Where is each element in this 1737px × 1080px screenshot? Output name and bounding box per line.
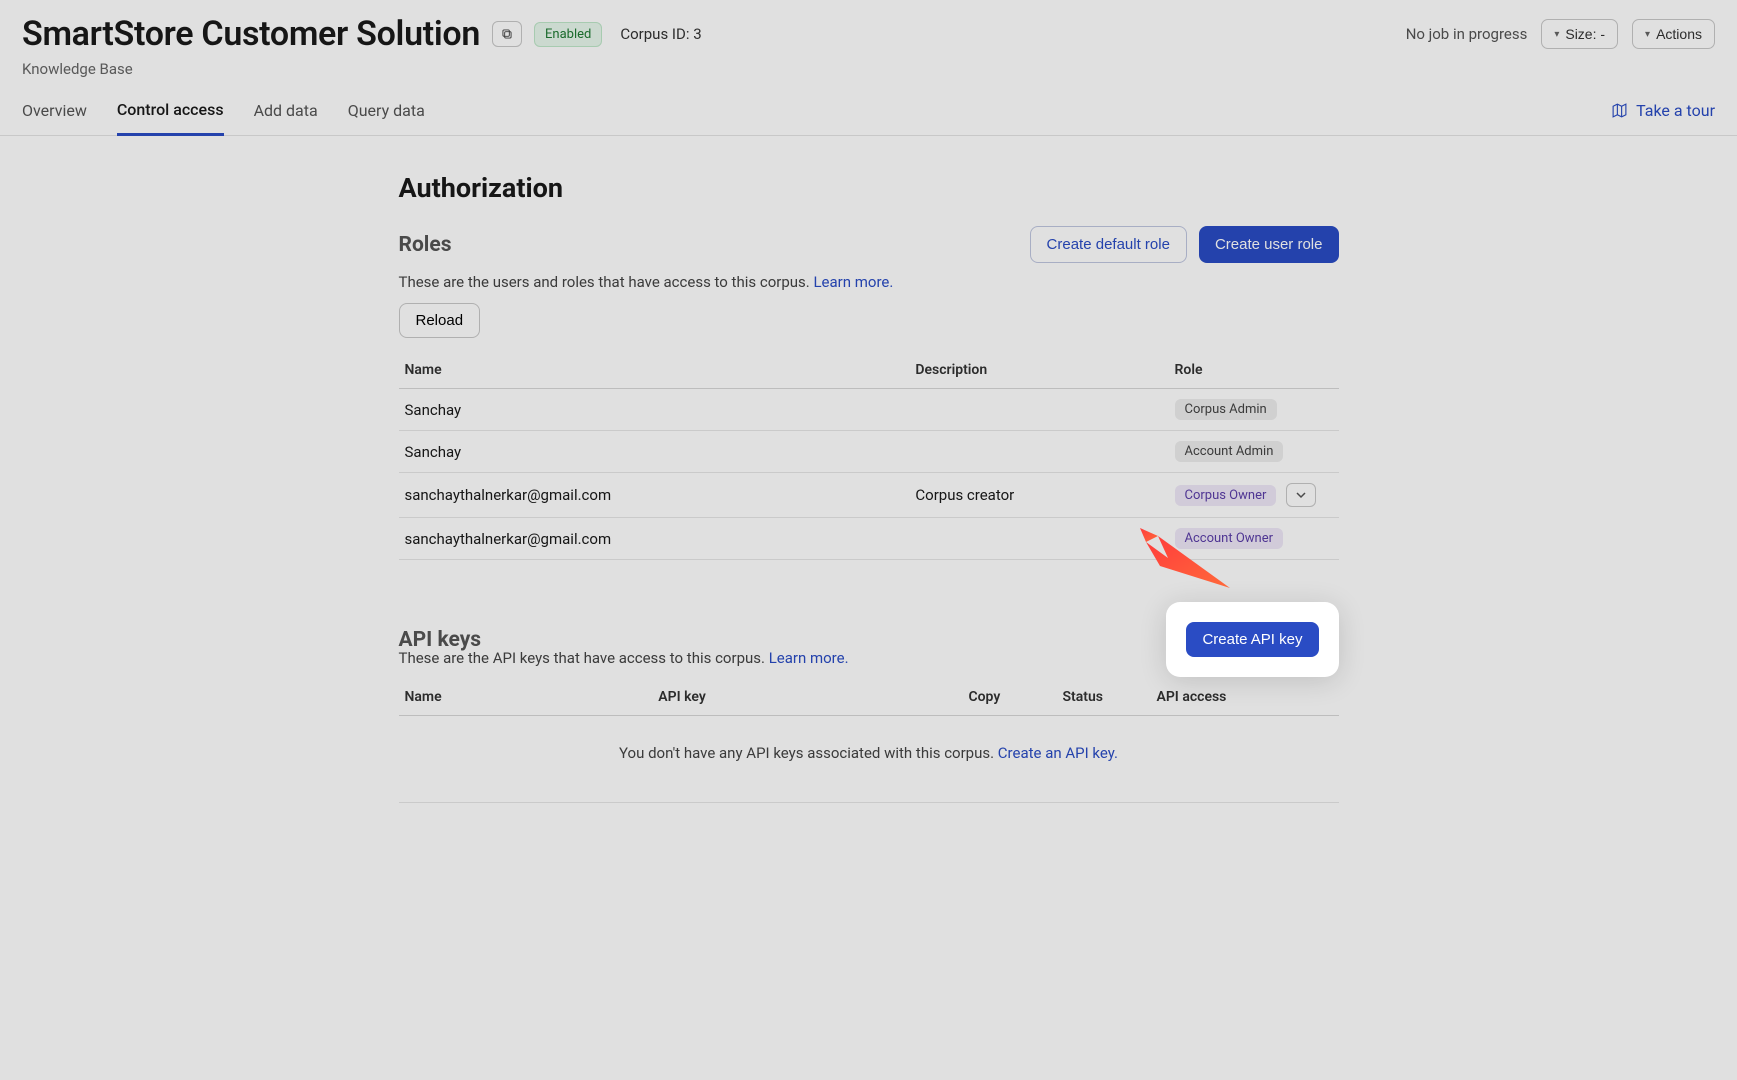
roles-description: These are the users and roles that have … — [399, 273, 1339, 291]
api-keys-heading: API keys — [399, 628, 482, 652]
learn-more-roles-link[interactable]: Learn more. — [813, 273, 893, 291]
role-dropdown-trigger[interactable] — [1286, 483, 1316, 507]
role-badge: Corpus Admin — [1175, 399, 1277, 420]
actions-label: Actions — [1656, 26, 1702, 42]
table-row: Sanchay Account Admin — [399, 431, 1339, 473]
tab-overview[interactable]: Overview — [22, 101, 87, 134]
cell-name: sanchaythalnerkar@gmail.com — [399, 473, 910, 518]
copy-title-button[interactable] — [492, 21, 522, 47]
create-api-key-highlight: Create API key — [1166, 602, 1338, 677]
col-role: Role — [1169, 352, 1339, 389]
authorization-heading: Authorization — [399, 172, 1339, 204]
create-default-role-button[interactable]: Create default role — [1030, 226, 1187, 263]
learn-more-api-link[interactable]: Learn more. — [769, 649, 849, 667]
reload-button[interactable]: Reload — [399, 303, 481, 338]
actions-dropdown[interactable]: ▾ Actions — [1632, 19, 1715, 49]
create-api-key-link[interactable]: Create an API key. — [998, 744, 1118, 762]
table-row: sanchaythalnerkar@gmail.comCorpus creato… — [399, 473, 1339, 518]
api-col-name: Name — [399, 679, 653, 716]
create-user-role-button[interactable]: Create user role — [1199, 226, 1339, 263]
cell-name: Sanchay — [399, 431, 910, 473]
cell-description: Corpus creator — [909, 473, 1168, 518]
role-badge: Account Admin — [1175, 441, 1284, 462]
roles-heading: Roles — [399, 233, 452, 257]
table-row: sanchaythalnerkar@gmail.com Account Owner — [399, 518, 1339, 560]
cell-description — [909, 389, 1168, 431]
status-badge: Enabled — [534, 22, 602, 47]
create-api-key-button[interactable]: Create API key — [1186, 622, 1318, 657]
cell-name: sanchaythalnerkar@gmail.com — [399, 518, 910, 560]
cell-description — [909, 431, 1168, 473]
corpus-id-label: Corpus ID: 3 — [620, 25, 701, 43]
role-badge: Corpus Owner — [1175, 485, 1277, 506]
roles-table: Name Description Role Sanchay Corpus Admi… — [399, 352, 1339, 560]
api-col-copy: Copy — [962, 679, 1056, 716]
table-row: Sanchay Corpus Admin — [399, 389, 1339, 431]
col-description: Description — [909, 352, 1168, 389]
cell-role: Corpus Owner — [1169, 473, 1339, 518]
col-name: Name — [399, 352, 910, 389]
tour-label: Take a tour — [1636, 101, 1715, 120]
job-status: No job in progress — [1406, 25, 1528, 43]
copy-icon — [500, 27, 514, 41]
tab-add-data[interactable]: Add data — [254, 101, 318, 134]
cell-role: Account Admin — [1169, 431, 1339, 473]
api-col-key: API key — [652, 679, 962, 716]
page-title: SmartStore Customer Solution — [22, 14, 480, 54]
chevron-down-icon: ▾ — [1554, 29, 1559, 40]
chevron-down-icon: ▾ — [1645, 29, 1650, 40]
chevron-down-icon — [1296, 490, 1306, 500]
cell-description — [909, 518, 1168, 560]
cell-role: Corpus Admin — [1169, 389, 1339, 431]
size-label: Size: - — [1565, 26, 1605, 42]
api-col-status: Status — [1056, 679, 1150, 716]
breadcrumb-subtitle: Knowledge Base — [22, 60, 1737, 78]
cell-role: Account Owner — [1169, 518, 1339, 560]
api-keys-table: Name API key Copy Status API access — [399, 679, 1339, 716]
role-badge: Account Owner — [1175, 528, 1284, 549]
map-icon — [1611, 102, 1628, 119]
take-a-tour-link[interactable]: Take a tour — [1611, 101, 1715, 134]
tab-query-data[interactable]: Query data — [348, 101, 425, 134]
api-col-access: API access — [1150, 679, 1338, 716]
size-dropdown[interactable]: ▾ Size: - — [1541, 19, 1618, 49]
api-empty-state: You don't have any API keys associated w… — [399, 716, 1339, 803]
cell-name: Sanchay — [399, 389, 910, 431]
tab-control-access[interactable]: Control access — [117, 100, 224, 136]
